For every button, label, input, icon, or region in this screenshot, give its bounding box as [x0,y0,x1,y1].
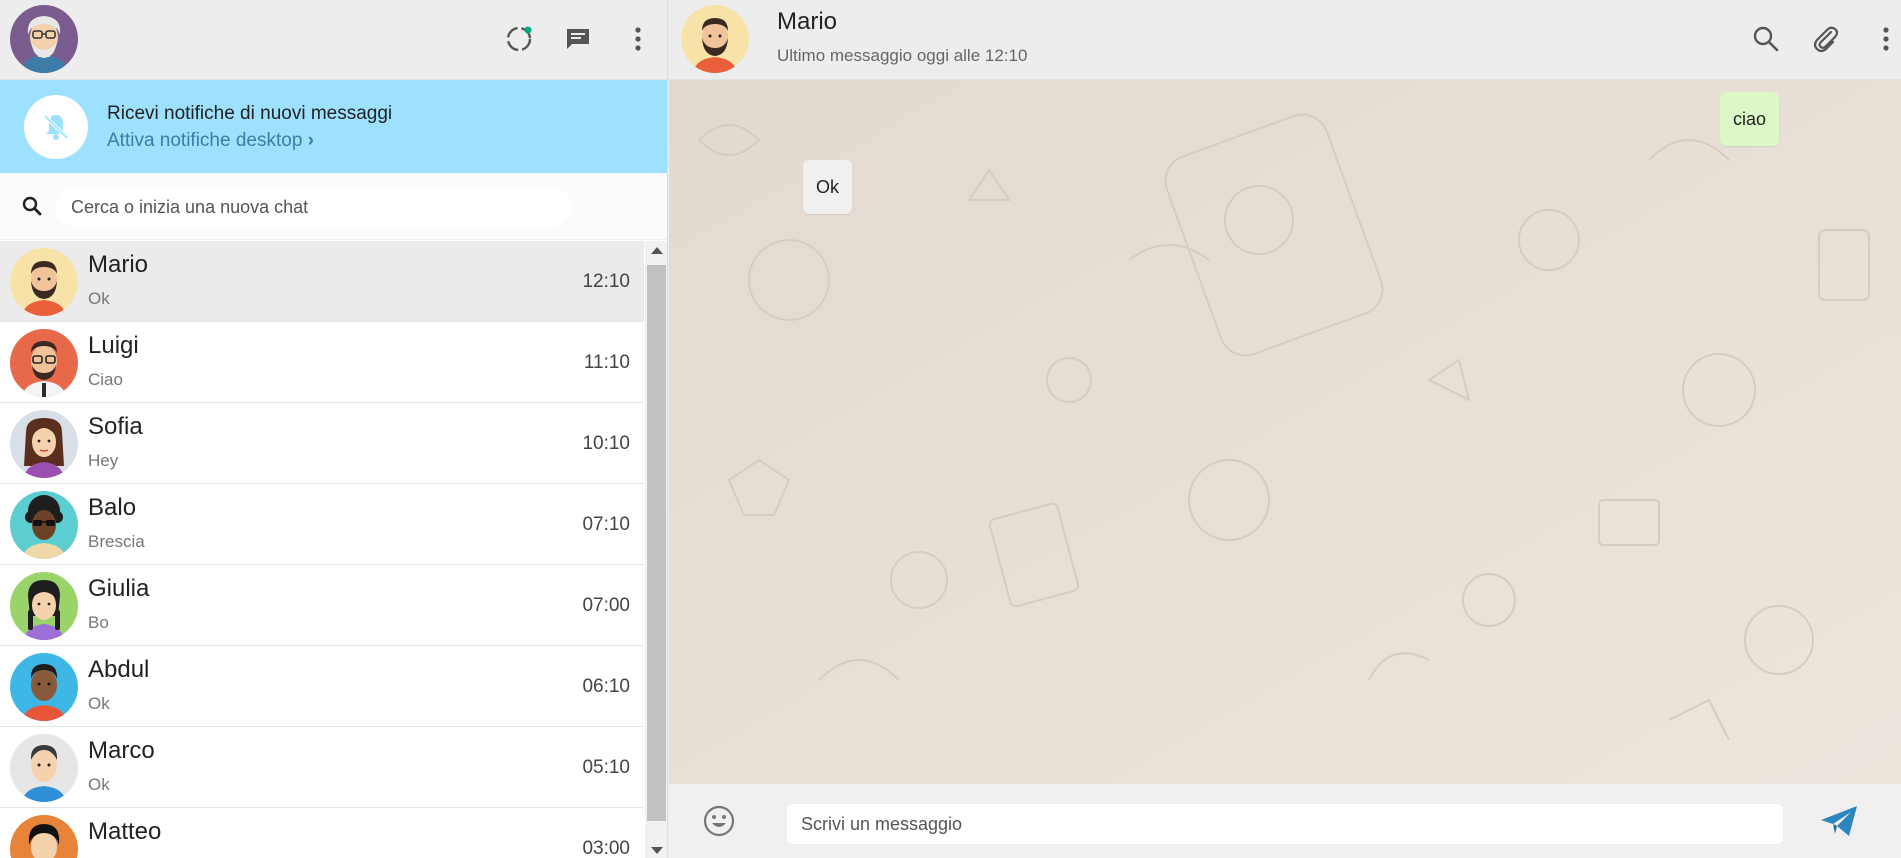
scroll-thumb[interactable] [647,265,666,821]
woman-braids-avatar [10,572,78,640]
search-bar [0,173,667,240]
chat-time: 12:10 [582,271,630,292]
contact-avatar[interactable] [681,5,749,73]
search-icon[interactable] [1749,22,1783,56]
search-icon [22,196,42,221]
chat-sidebar: Ricevi notifiche di nuovi messaggi Attiv… [0,0,668,858]
chat-time: 11:10 [583,352,630,373]
man-avatar [10,734,78,802]
menu-dots-icon[interactable] [1869,22,1901,56]
chat-name: Giulia [88,575,150,602]
chat-wallpaper [669,80,1901,784]
message-bubble-incoming: Ok [803,160,853,214]
man-dark-avatar [10,653,78,721]
chat-last-message: Ok [88,775,110,794]
chat-last-message: Ciao [88,370,123,389]
man-glasses-avatar [10,329,78,397]
chat-name: Matteo [88,818,162,845]
message-input[interactable] [787,804,1783,844]
enable-notifications-link[interactable]: Attiva notifiche desktop › [107,130,314,152]
send-icon[interactable] [1819,804,1859,843]
message-area: ciao Ok [669,80,1901,784]
contact-last-seen: Ultimo messaggio oggi alle 12:10 [777,46,1028,65]
chat-time: 07:10 [582,514,630,535]
new-chat-icon[interactable] [561,22,595,56]
scroll-up-arrow-icon[interactable] [651,247,663,254]
chat-last-message: Hey [88,451,119,470]
chevron-right-icon: › [307,130,314,151]
chat-item-balo[interactable]: Balo Brescia 07:10 [0,484,644,565]
notification-title: Ricevi notifiche di nuovi messaggi [107,103,393,124]
search-input[interactable] [56,187,572,227]
chat-item-matteo[interactable]: Matteo 03:00 [0,808,644,858]
scroll-down-arrow-icon[interactable] [651,847,663,854]
notification-link-label: Attiva notifiche desktop [107,130,303,151]
notification-banner: Ricevi notifiche di nuovi messaggi Attiv… [0,80,667,173]
menu-dots-icon[interactable] [621,22,655,56]
chat-item-sofia[interactable]: Sofia Hey 10:10 [0,403,644,484]
chat-name: Luigi [88,332,139,359]
message-bubble-outgoing: ciao [1720,92,1780,146]
chat-name: Mario [88,251,149,278]
chat-name: Sofia [88,413,143,440]
chat-name: Abdul [88,656,150,683]
message-composer [669,784,1901,858]
man-beard-avatar [10,248,78,316]
chat-time: 07:00 [582,595,630,616]
status-icon[interactable] [502,22,536,56]
sidebar-header [0,0,667,80]
my-avatar[interactable] [10,5,78,73]
chat-list-scrollbar[interactable] [645,241,667,858]
chat-last-message: Ok [88,694,110,713]
woman-avatar [10,410,78,478]
chat-list: Mario Ok 12:10 Luigi Ciao 11:10 Sofia He… [0,241,644,858]
chat-time: 05:10 [582,757,630,778]
chat-item-luigi[interactable]: Luigi Ciao 11:10 [0,322,644,403]
chat-last-message: Ok [88,289,110,308]
chat-item-abdul[interactable]: Abdul Ok 06:10 [0,646,644,727]
emoji-icon[interactable] [702,804,736,843]
chat-time: 10:10 [582,433,630,454]
attach-icon[interactable] [1809,22,1843,56]
chat-item-mario[interactable]: Mario Ok 12:10 [0,241,644,322]
conversation-panel: Mario Ultimo messaggio oggi alle 12:10 c… [669,0,1901,858]
conversation-header: Mario Ultimo messaggio oggi alle 12:10 [669,0,1901,80]
chat-last-message: Brescia [88,532,145,551]
chat-item-marco[interactable]: Marco Ok 05:10 [0,727,644,808]
chat-time: 06:10 [582,676,630,697]
chat-last-message: Bo [88,613,109,632]
chat-time: 03:00 [582,838,630,858]
bell-off-icon[interactable] [24,95,88,159]
contact-name: Mario [777,8,838,35]
man-black-hair-avatar [10,815,78,858]
chat-item-giulia[interactable]: Giulia Bo 07:00 [0,565,644,646]
chat-name: Marco [88,737,155,764]
chat-name: Balo [88,494,137,521]
man-sunglasses-avatar [10,491,78,559]
